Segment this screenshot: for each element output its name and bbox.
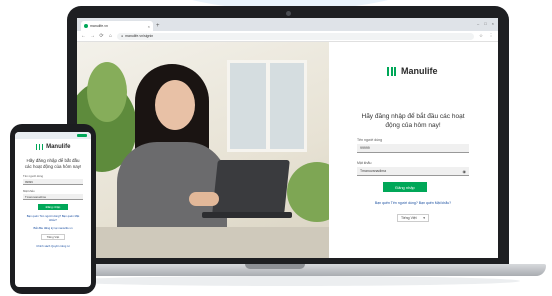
web-page: Manulife Hãy đăng nhập để bắt đầu các ho… — [77, 42, 498, 258]
phone-password-label: Mật khẩu — [23, 189, 35, 193]
password-field[interactable]: Tmanuvanadima ◉ — [357, 167, 469, 176]
close-window-icon[interactable]: × — [492, 21, 494, 26]
username-value: 99999 — [360, 146, 370, 150]
phone-language-select[interactable]: Tiếng Việt — [41, 234, 65, 240]
device-mockup-stage: manulife.vn × + – □ × ← → ⟳ ⌂ ● manulife… — [0, 0, 552, 296]
phone-footer-link[interactable]: Chính sách Quyền riêng tư — [23, 244, 83, 248]
password-value: Tmanuvanadima — [360, 169, 387, 173]
phone-brand-logo: Manulife — [35, 144, 71, 150]
webcam-icon — [286, 11, 291, 16]
phone-forgot-link[interactable]: Bạn quên Tên người dùng? Bạn quên Mật kh… — [23, 214, 83, 222]
browser-tab[interactable]: manulife.vn × — [81, 21, 153, 31]
phone-password-field[interactable]: Tmanuvanadima — [23, 194, 83, 200]
login-headline: Hãy đăng nhập để bắt đầu các hoạt động c… — [361, 113, 465, 129]
laptop-notch — [245, 264, 305, 269]
phone-login-button[interactable]: Đăng nhập — [38, 204, 68, 210]
phone-register-link[interactable]: Bắt đầu đăng ký tại manulife.vn — [23, 226, 83, 230]
maximize-icon[interactable]: □ — [484, 21, 486, 26]
home-icon[interactable]: ⌂ — [108, 33, 113, 39]
favicon-icon — [84, 24, 88, 28]
login-button[interactable]: Đăng nhập — [383, 182, 427, 192]
photo-window — [227, 60, 307, 152]
phone-status-bar — [15, 132, 91, 139]
tab-close-icon[interactable]: × — [148, 24, 150, 29]
window-controls: – □ × — [477, 21, 494, 26]
phone-username-field[interactable]: 99999 — [23, 179, 83, 185]
forgot-credentials-link[interactable]: Bạn quên Tên người dùng? Bạn quên Mật kh… — [357, 201, 469, 205]
phone-login-headline: Hãy đăng nhập để bắt đầu các hoạt động c… — [24, 158, 82, 169]
phone-screen: Manulife Hãy đăng nhập để bắt đầu các ho… — [15, 132, 91, 287]
manulife-logo-icon — [387, 66, 396, 76]
manulife-logo-icon — [35, 144, 44, 150]
hero-photo — [77, 42, 329, 258]
photo-laptop-base — [202, 212, 292, 218]
chevron-down-icon: ▾ — [423, 216, 425, 220]
language-value: Tiếng Việt — [401, 216, 417, 220]
brand-name: Manulife — [401, 66, 438, 76]
battery-icon — [77, 134, 87, 137]
photo-laptop — [212, 160, 290, 214]
lock-icon: ● — [121, 34, 124, 38]
laptop-screen: manulife.vn × + – □ × ← → ⟳ ⌂ ● manulife… — [77, 18, 498, 258]
phone-brand-name: Manulife — [46, 144, 71, 150]
login-panel: Manulife Hãy đăng nhập để bắt đầu các ho… — [329, 42, 498, 258]
bookmark-icon[interactable]: ☆ — [478, 33, 484, 39]
photo-plant — [287, 162, 329, 222]
tab-title: manulife.vn — [90, 24, 108, 28]
back-icon[interactable]: ← — [81, 33, 86, 39]
username-field[interactable]: 99999 — [357, 144, 469, 153]
url-input[interactable]: ● manulife.vn/signin — [117, 32, 474, 40]
laptop-shadow — [60, 276, 520, 286]
reload-icon[interactable]: ⟳ — [99, 33, 104, 39]
photo-hand — [189, 192, 219, 206]
minimize-icon[interactable]: – — [477, 21, 479, 26]
show-password-icon[interactable]: ◉ — [463, 169, 467, 174]
photo-person-face — [155, 80, 195, 130]
browser-address-bar: ← → ⟳ ⌂ ● manulife.vn/signin ☆ ⋮ — [77, 31, 498, 42]
browser-tab-bar: manulife.vn × + – □ × — [77, 18, 498, 31]
new-tab-button[interactable]: + — [156, 21, 160, 31]
username-label: Tên người dùng — [357, 138, 383, 142]
url-text: manulife.vn/signin — [125, 34, 154, 38]
phone-username-label: Tên người dùng — [23, 174, 44, 178]
photo-table — [77, 227, 329, 258]
phone-password-value: Tmanuvanadima — [25, 194, 46, 199]
photo-plant — [87, 62, 127, 122]
phone-username-value: 99999 — [25, 179, 33, 184]
menu-icon[interactable]: ⋮ — [488, 33, 494, 39]
language-select[interactable]: Tiếng Việt ▾ — [397, 214, 429, 222]
password-label: Mật khẩu — [357, 161, 372, 165]
forward-icon[interactable]: → — [90, 33, 95, 39]
brand-logo: Manulife — [387, 66, 438, 76]
